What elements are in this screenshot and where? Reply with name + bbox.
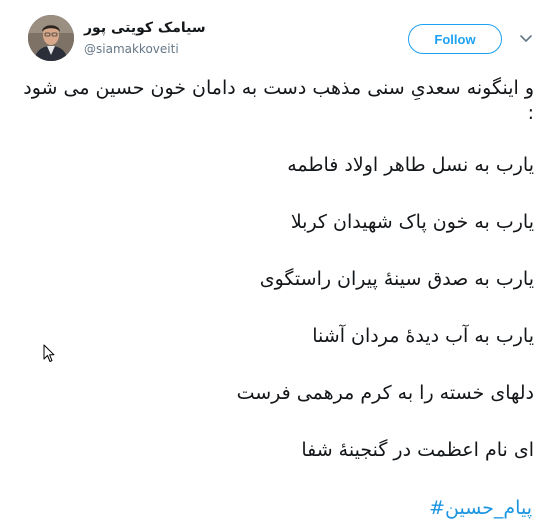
tweet-text: و اینگونه سعدیِ سنی مذهب دست به دامان خو… <box>20 76 534 495</box>
avatar[interactable] <box>28 15 74 61</box>
verse-line: یارب به آب دیدهٔ مردان آشنا <box>312 325 534 347</box>
author-handle[interactable]: @siamakkoveiti <box>84 42 179 56</box>
verse-line: یارب به خون پاک شهیدان کربلا <box>290 211 534 233</box>
author-display-name[interactable]: سیامک کویتی پور <box>84 20 206 36</box>
mouse-cursor-icon <box>43 344 55 363</box>
chevron-down-icon[interactable] <box>518 32 534 46</box>
verse-line: یارب به صدق سینهٔ پیران راستگوی <box>259 268 534 290</box>
tweet-intro: و اینگونه سعدیِ سنی مذهب دست به دامان خو… <box>23 77 534 124</box>
avatar-image <box>28 15 74 61</box>
verse-line: یارب به نسل طاهر اولاد فاطمه <box>287 154 534 176</box>
follow-button[interactable]: Follow <box>408 24 502 54</box>
verse-line: دلهای خسته را به کرم مرهمی فرست <box>236 382 534 404</box>
hashtag-link[interactable]: #پیام_حسین <box>429 496 532 521</box>
tweet-header: سیامک کویتی پور @siamakkoveiti Follow <box>0 0 550 76</box>
verse-line: ای نام اعظمت در گنجینهٔ شفا <box>301 439 534 461</box>
